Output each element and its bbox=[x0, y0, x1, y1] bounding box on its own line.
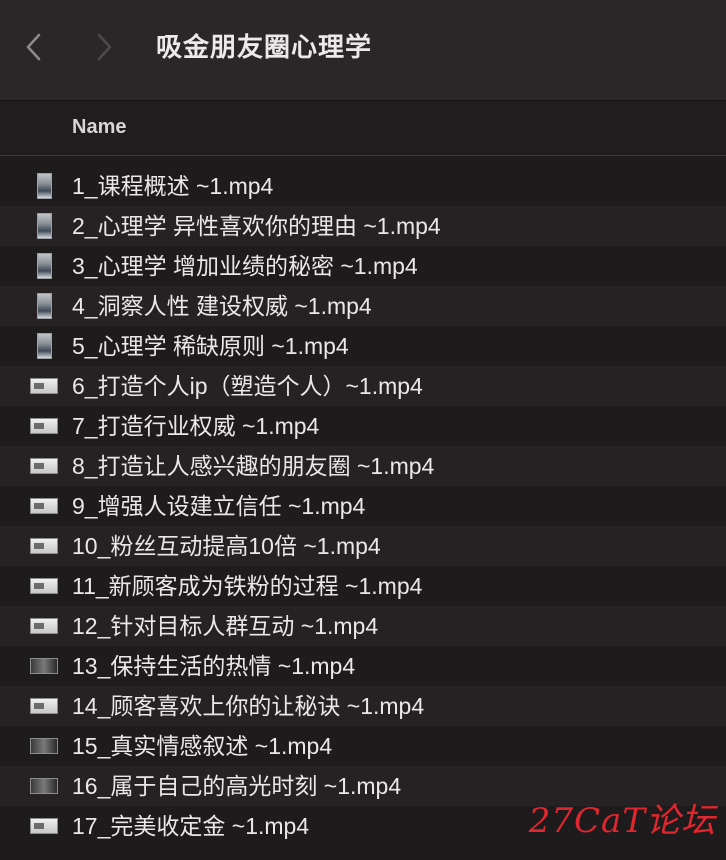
column-header-name[interactable]: Name bbox=[72, 115, 126, 139]
window-title: 吸金朋友圈心理学 bbox=[156, 32, 373, 62]
file-list: 1_课程概述 ~1.mp4 2_心理学 异性喜欢你的理由 ~1.mp4 3_心理学 … bbox=[0, 166, 726, 846]
file-row[interactable]: 8_打造让人感兴趣的朋友圈 ~1.mp4 bbox=[0, 446, 726, 486]
video-thumbnail-icon bbox=[30, 732, 58, 760]
toolbar: 吸金朋友圈心理学 bbox=[0, 0, 726, 101]
file-name: 13_保持生活的热情 ~1.mp4 bbox=[72, 653, 356, 679]
thumbnail-image bbox=[30, 618, 58, 634]
file-row[interactable]: 4_洞察人性 建设权威 ~1.mp4 bbox=[0, 286, 726, 326]
video-thumbnail-icon bbox=[30, 532, 58, 560]
file-name: 11_新顾客成为铁粉的过程 ~1.mp4 bbox=[72, 573, 423, 599]
watermark: 27CaT论坛 bbox=[528, 801, 716, 841]
file-row[interactable]: 3_心理学 增加业绩的秘密 ~1.mp4 bbox=[0, 246, 726, 286]
file-row[interactable]: 14_顾客喜欢上你的让秘诀 ~1.mp4 bbox=[0, 686, 726, 726]
thumbnail-image bbox=[30, 698, 58, 714]
video-thumbnail-icon bbox=[30, 692, 58, 720]
thumbnail-image bbox=[30, 378, 58, 394]
thumbnail-image bbox=[30, 818, 58, 834]
forward-button[interactable] bbox=[90, 30, 120, 64]
file-row[interactable]: 10_粉丝互动提高10倍 ~1.mp4 bbox=[0, 526, 726, 566]
file-row[interactable]: 9_增强人设建立信任 ~1.mp4 bbox=[0, 486, 726, 526]
video-thumbnail-icon bbox=[30, 212, 58, 240]
chevron-right-icon bbox=[97, 33, 112, 61]
file-row[interactable]: 6_打造个人ip（塑造个人）~1.mp4 bbox=[0, 366, 726, 406]
thumbnail-image bbox=[30, 538, 58, 554]
video-thumbnail-icon bbox=[30, 372, 58, 400]
file-name: 3_心理学 增加业绩的秘密 ~1.mp4 bbox=[72, 253, 418, 279]
thumbnail-image bbox=[30, 738, 58, 754]
video-thumbnail-icon bbox=[30, 812, 58, 840]
video-thumbnail-icon bbox=[30, 652, 58, 680]
video-thumbnail-icon bbox=[30, 572, 58, 600]
thumbnail-image bbox=[30, 458, 58, 474]
video-thumbnail-icon bbox=[30, 772, 58, 800]
file-row[interactable]: 12_针对目标人群互动 ~1.mp4 bbox=[0, 606, 726, 646]
file-name: 4_洞察人性 建设权威 ~1.mp4 bbox=[72, 293, 372, 319]
file-row[interactable]: 2_心理学 异性喜欢你的理由 ~1.mp4 bbox=[0, 206, 726, 246]
file-name: 9_增强人设建立信任 ~1.mp4 bbox=[72, 493, 366, 519]
file-name: 1_课程概述 ~1.mp4 bbox=[72, 173, 274, 199]
video-thumbnail-icon bbox=[30, 452, 58, 480]
thumbnail-image bbox=[36, 293, 52, 319]
video-thumbnail-icon bbox=[30, 292, 58, 320]
column-header: Name bbox=[0, 101, 726, 156]
finder-window: 吸金朋友圈心理学 Name 1_课程概述 ~1.mp4 2_心理学 异性喜欢你的理… bbox=[0, 0, 726, 860]
thumbnail-image bbox=[36, 173, 52, 199]
file-name: 10_粉丝互动提高10倍 ~1.mp4 bbox=[72, 533, 381, 559]
thumbnail-image bbox=[30, 418, 58, 434]
file-name: 14_顾客喜欢上你的让秘诀 ~1.mp4 bbox=[72, 693, 425, 719]
thumbnail-image bbox=[30, 578, 58, 594]
thumbnail-image bbox=[36, 253, 52, 279]
file-name: 8_打造让人感兴趣的朋友圈 ~1.mp4 bbox=[72, 453, 435, 479]
thumbnail-image bbox=[30, 778, 58, 794]
thumbnail-image bbox=[30, 658, 58, 674]
file-row[interactable]: 7_打造行业权威 ~1.mp4 bbox=[0, 406, 726, 446]
video-thumbnail-icon bbox=[30, 332, 58, 360]
video-thumbnail-icon bbox=[30, 612, 58, 640]
video-thumbnail-icon bbox=[30, 252, 58, 280]
thumbnail-image bbox=[36, 213, 52, 239]
file-name: 16_属于自己的高光时刻 ~1.mp4 bbox=[72, 773, 402, 799]
file-name: 7_打造行业权威 ~1.mp4 bbox=[72, 413, 320, 439]
file-name: 5_心理学 稀缺原则 ~1.mp4 bbox=[72, 333, 349, 359]
file-name: 6_打造个人ip（塑造个人）~1.mp4 bbox=[72, 373, 423, 399]
file-name: 12_针对目标人群互动 ~1.mp4 bbox=[72, 613, 379, 639]
chevron-left-icon bbox=[26, 33, 41, 61]
video-thumbnail-icon bbox=[30, 412, 58, 440]
file-name: 17_完美收定金 ~1.mp4 bbox=[72, 813, 310, 839]
file-row[interactable]: 11_新顾客成为铁粉的过程 ~1.mp4 bbox=[0, 566, 726, 606]
file-row[interactable]: 15_真实情感叙述 ~1.mp4 bbox=[0, 726, 726, 766]
video-thumbnail-icon bbox=[30, 172, 58, 200]
file-name: 2_心理学 异性喜欢你的理由 ~1.mp4 bbox=[72, 213, 441, 239]
thumbnail-image bbox=[30, 498, 58, 514]
thumbnail-image bbox=[36, 333, 52, 359]
file-row[interactable]: 13_保持生活的热情 ~1.mp4 bbox=[0, 646, 726, 686]
file-name: 15_真实情感叙述 ~1.mp4 bbox=[72, 733, 333, 759]
file-row[interactable]: 5_心理学 稀缺原则 ~1.mp4 bbox=[0, 326, 726, 366]
back-button[interactable] bbox=[18, 30, 48, 64]
video-thumbnail-icon bbox=[30, 492, 58, 520]
file-row[interactable]: 1_课程概述 ~1.mp4 bbox=[0, 166, 726, 206]
